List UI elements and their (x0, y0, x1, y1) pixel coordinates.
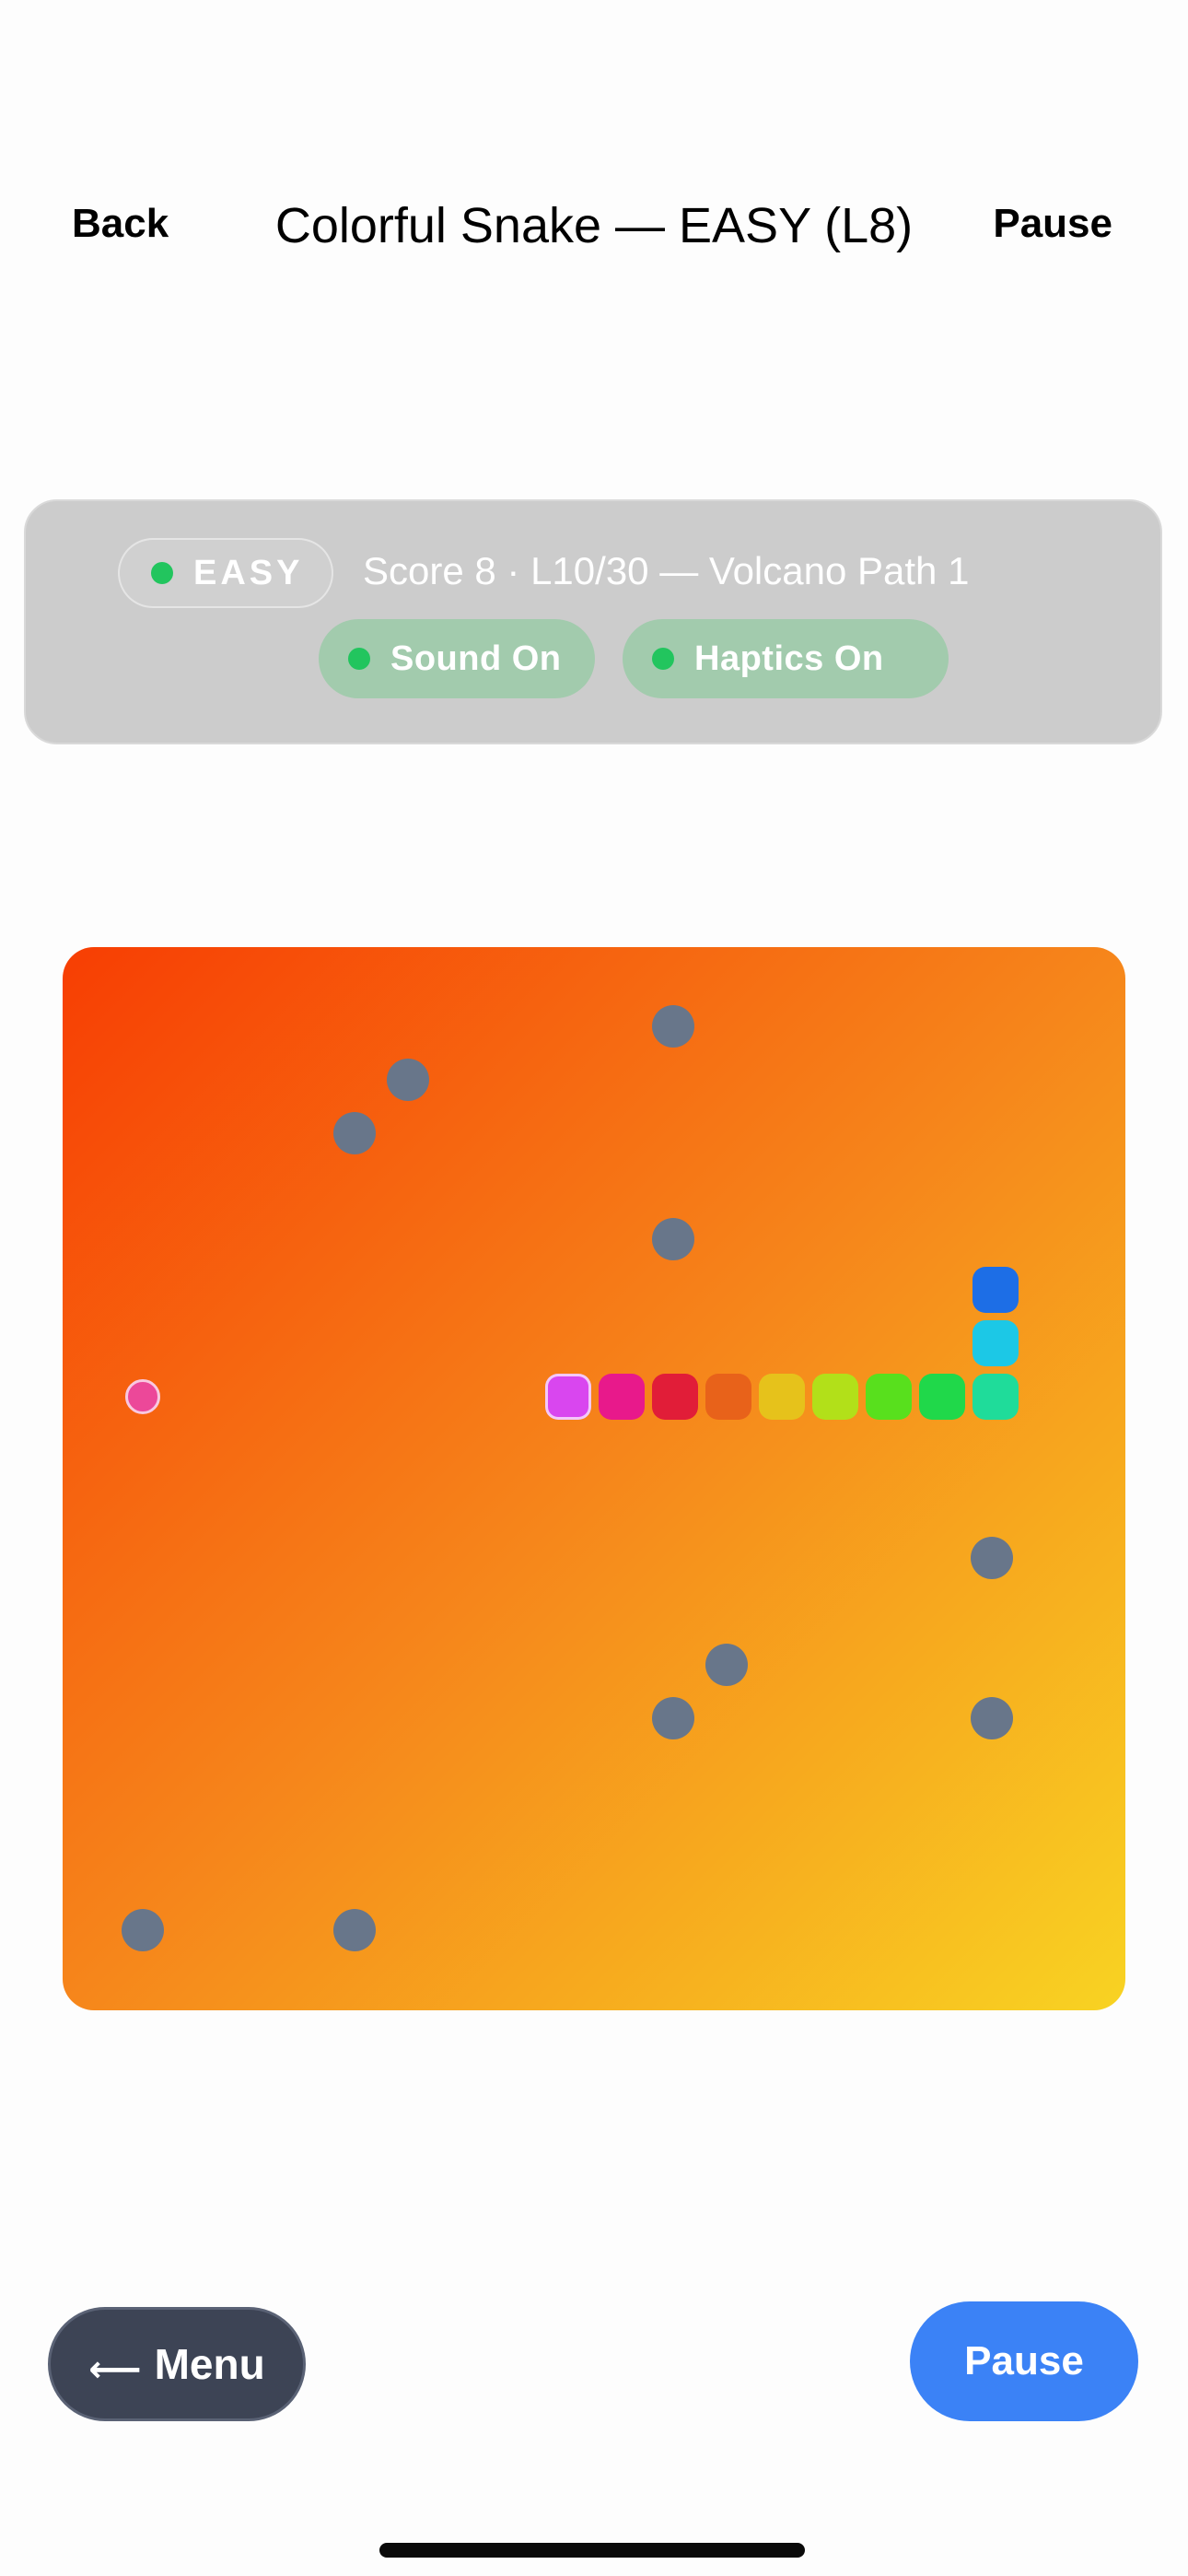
game-board[interactable] (63, 947, 1125, 2010)
snake-segment (759, 1374, 805, 1420)
snake-head (545, 1374, 591, 1420)
snake-segment (973, 1374, 1019, 1420)
snake-segment (652, 1374, 698, 1420)
snake-segment (866, 1374, 912, 1420)
sound-toggle[interactable]: Sound On (319, 619, 595, 698)
obstacle (122, 1909, 164, 1951)
obstacle (971, 1537, 1013, 1579)
food-item (125, 1379, 160, 1414)
status-dot-icon (151, 562, 173, 584)
snake-segment (919, 1374, 965, 1420)
toggle-row: Sound On Haptics On (26, 619, 1160, 698)
obstacle (652, 1218, 694, 1260)
haptics-toggle[interactable]: Haptics On (623, 619, 949, 698)
difficulty-label: EASY (193, 553, 304, 592)
score-level-text: Score 8 · L10/30 — Volcano Path 1 (363, 549, 970, 592)
obstacle (333, 1909, 376, 1951)
haptics-toggle-label: Haptics On (694, 638, 884, 678)
navigation-bar: Back Colorful Snake — EASY (L8) Pause (0, 0, 1188, 304)
menu-button[interactable]: ⟵ Menu (48, 2307, 306, 2421)
obstacle (652, 1697, 694, 1739)
obstacle (971, 1697, 1013, 1739)
obstacle (387, 1059, 429, 1101)
obstacle (705, 1644, 748, 1686)
sound-on-dot-icon (348, 648, 370, 670)
sound-toggle-label: Sound On (390, 638, 562, 678)
pause-button[interactable]: Pause (910, 2301, 1138, 2421)
status-row: EASY Score 8 · L10/30 — Volcano Path 1 (26, 538, 1160, 608)
menu-button-label: Menu (154, 2340, 265, 2388)
obstacle (652, 1005, 694, 1048)
snake-tail (973, 1267, 1019, 1313)
obstacle (333, 1112, 376, 1154)
haptics-on-dot-icon (652, 648, 674, 670)
difficulty-badge[interactable]: EASY (118, 538, 333, 608)
snake-segment (705, 1374, 751, 1420)
home-indicator[interactable] (379, 2543, 805, 2558)
snake-segment (812, 1374, 858, 1420)
status-panel: EASY Score 8 · L10/30 — Volcano Path 1 S… (24, 499, 1162, 744)
snake-segment (973, 1320, 1019, 1366)
snake-segment (599, 1374, 645, 1420)
back-arrow-icon: ⟵ (88, 2349, 142, 2390)
nav-pause-button[interactable]: Pause (993, 201, 1112, 247)
